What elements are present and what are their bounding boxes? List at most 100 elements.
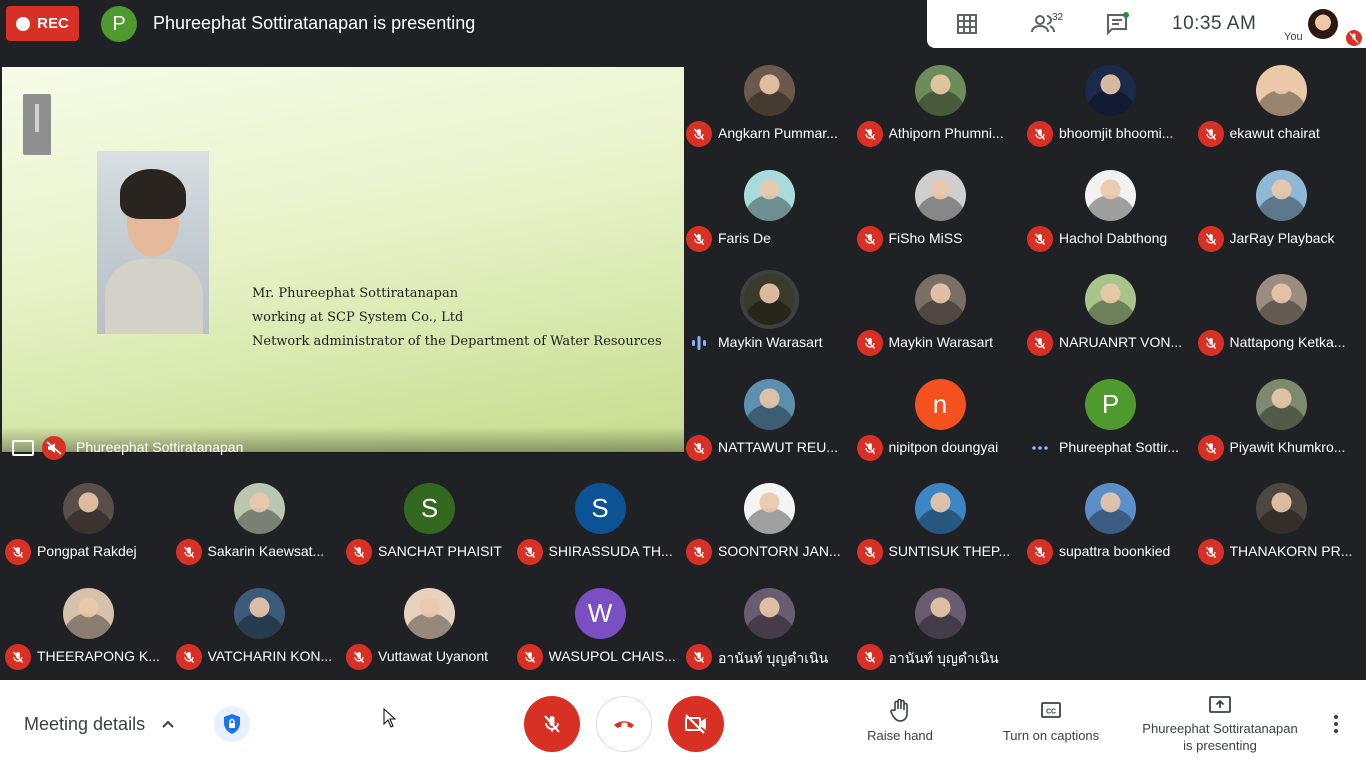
meeting-details-button[interactable]: Meeting details — [24, 714, 145, 735]
participant-tile[interactable]: S SHIRASSUDA TH... — [515, 480, 685, 584]
participant-name: Pongpat Rakdej — [37, 543, 137, 559]
mic-off-icon — [5, 644, 31, 670]
mic-off-icon — [346, 539, 372, 565]
participant-avatar — [1255, 379, 1307, 430]
recording-badge[interactable]: REC — [6, 6, 79, 41]
participant-tile[interactable]: Sakarin Kaewsat... — [174, 480, 344, 584]
mic-off-icon — [686, 644, 712, 670]
mic-off-icon — [1197, 539, 1224, 565]
you-avatar[interactable] — [1308, 9, 1338, 39]
slide-zoom-indicator — [23, 94, 51, 155]
speaking-indicator-icon — [689, 336, 709, 350]
participant-tile[interactable]: Hachol Dabthong — [1025, 167, 1195, 271]
more-vert-icon[interactable] — [1326, 712, 1346, 736]
participant-avatar — [1085, 274, 1136, 325]
mic-off-icon — [544, 715, 560, 733]
participant-tile[interactable]: Maykin Warasart — [684, 271, 854, 375]
participant-tile[interactable]: THANAKORN PR... — [1196, 480, 1366, 584]
mic-off-icon — [856, 435, 883, 461]
participant-tile[interactable]: W WASUPOL CHAIS... — [515, 585, 685, 689]
participant-tile[interactable]: อานันท์ บุญดำเนิน — [684, 585, 854, 689]
security-button[interactable] — [214, 706, 250, 742]
participant-name: FiSho MiSS — [888, 230, 963, 246]
mic-off-icon — [175, 539, 202, 565]
participant-tile[interactable]: JarRay Playback — [1196, 167, 1366, 271]
presenting-button[interactable]: Phureephat Sottiratanapan is presenting — [1136, 693, 1304, 754]
participant-name: WASUPOL CHAIS... — [548, 648, 676, 664]
participant-tile[interactable]: P Phureephat Sottir... — [1025, 376, 1195, 480]
participant-avatar — [63, 588, 114, 639]
mic-off-icon — [1027, 121, 1053, 147]
participant-tile[interactable]: Angkarn Pummar... — [684, 62, 854, 166]
presentation-tile[interactable]: Mr. Phureephat Sottiratanapan working at… — [2, 67, 684, 468]
participant-tile[interactable]: n nipitpon doungyai — [855, 376, 1025, 480]
presenter-avatar: P — [101, 6, 137, 42]
participant-name: Nattapong Ketka... — [1229, 334, 1346, 350]
participant-avatar — [404, 588, 455, 639]
participant-avatar — [744, 274, 795, 325]
participant-avatar — [63, 483, 114, 534]
mic-off-icon — [856, 539, 883, 565]
participant-tile[interactable]: NATTAWUT REU... — [684, 376, 854, 480]
chevron-up-icon[interactable] — [160, 716, 176, 732]
recording-label: REC — [37, 15, 69, 32]
presentation-slide: Mr. Phureephat Sottiratanapan working at… — [2, 67, 684, 453]
participant-name: Piyawit Khumkro... — [1229, 439, 1346, 455]
participant-tile[interactable]: FiSho MiSS — [855, 167, 1025, 271]
participant-name: bhoomjit bhoomi... — [1059, 125, 1174, 141]
mic-off-icon — [856, 644, 883, 670]
participant-tile[interactable]: Pongpat Rakdej — [3, 480, 173, 584]
participant-avatar — [1085, 483, 1136, 534]
participant-avatar — [233, 588, 285, 639]
slide-text: Mr. Phureephat Sottiratanapan working at… — [252, 282, 662, 354]
participant-tile[interactable]: supattra boonkied — [1025, 480, 1195, 584]
mic-off-icon — [856, 226, 883, 252]
participant-tile[interactable]: Athiporn Phumni... — [855, 62, 1025, 166]
presenting-line-1: Phureephat Sottiratanapan — [1142, 721, 1298, 736]
participant-tile[interactable]: Vuttawat Uyanont — [344, 585, 514, 689]
camera-toggle-button[interactable] — [668, 696, 724, 752]
mic-off-icon — [1027, 539, 1053, 565]
mic-off-icon — [686, 226, 712, 252]
participant-name: JarRay Playback — [1229, 230, 1335, 246]
raise-hand-button[interactable]: Raise hand — [860, 698, 940, 743]
participant-avatar — [744, 588, 795, 639]
participant-tile[interactable]: SOONTORN JAN... — [684, 480, 854, 584]
captions-button[interactable]: CC Turn on captions — [996, 698, 1106, 743]
present-icon — [1209, 696, 1231, 713]
top-right-panel: 32 10:35 AM You — [927, 0, 1366, 48]
participant-tile[interactable]: bhoomjit bhoomi... — [1025, 62, 1195, 166]
participant-tile[interactable]: THEERAPONG K... — [3, 585, 173, 689]
mic-off-icon — [175, 644, 202, 670]
participant-avatar — [1255, 483, 1307, 534]
leave-call-button[interactable] — [596, 696, 652, 752]
audio-dots-icon — [1030, 441, 1050, 455]
participant-tile[interactable]: NARUANRT VON... — [1025, 271, 1195, 375]
participant-name: ekawut chairat — [1229, 125, 1320, 141]
participant-avatar: S — [574, 483, 626, 534]
participant-tile[interactable]: Nattapong Ketka... — [1196, 271, 1366, 375]
participant-tile[interactable]: Piyawit Khumkro... — [1196, 376, 1366, 480]
participant-name: Angkarn Pummar... — [718, 125, 838, 141]
participant-tile[interactable]: Maykin Warasart — [855, 271, 1025, 375]
participant-avatar — [914, 588, 966, 639]
participant-avatar — [744, 483, 795, 534]
participant-avatar — [1255, 170, 1307, 221]
participant-tile[interactable]: Faris De — [684, 167, 854, 271]
participant-tile[interactable]: ekawut chairat — [1196, 62, 1366, 166]
mic-off-icon — [856, 121, 883, 147]
captions-icon: CC — [1041, 702, 1061, 718]
mic-off-icon — [856, 330, 883, 356]
mic-toggle-button[interactable] — [524, 696, 580, 752]
participant-tile[interactable]: อานันท์ บุญดำเนิน — [855, 585, 1025, 689]
participant-tile[interactable]: S SANCHAT PHAISIT — [344, 480, 514, 584]
grid-icon[interactable] — [955, 12, 979, 36]
mic-off-icon — [1197, 435, 1224, 461]
participant-name: supattra boonkied — [1059, 543, 1171, 559]
participant-name: Maykin Warasart — [718, 334, 823, 350]
presenting-banner: Phureephat Sottiratanapan is presenting — [153, 13, 476, 33]
chat-icon[interactable] — [1105, 12, 1129, 36]
participant-tile[interactable]: SUNTISUK THEP... — [855, 480, 1025, 584]
mic-off-icon — [346, 644, 372, 670]
participant-tile[interactable]: VATCHARIN KON... — [174, 585, 344, 689]
